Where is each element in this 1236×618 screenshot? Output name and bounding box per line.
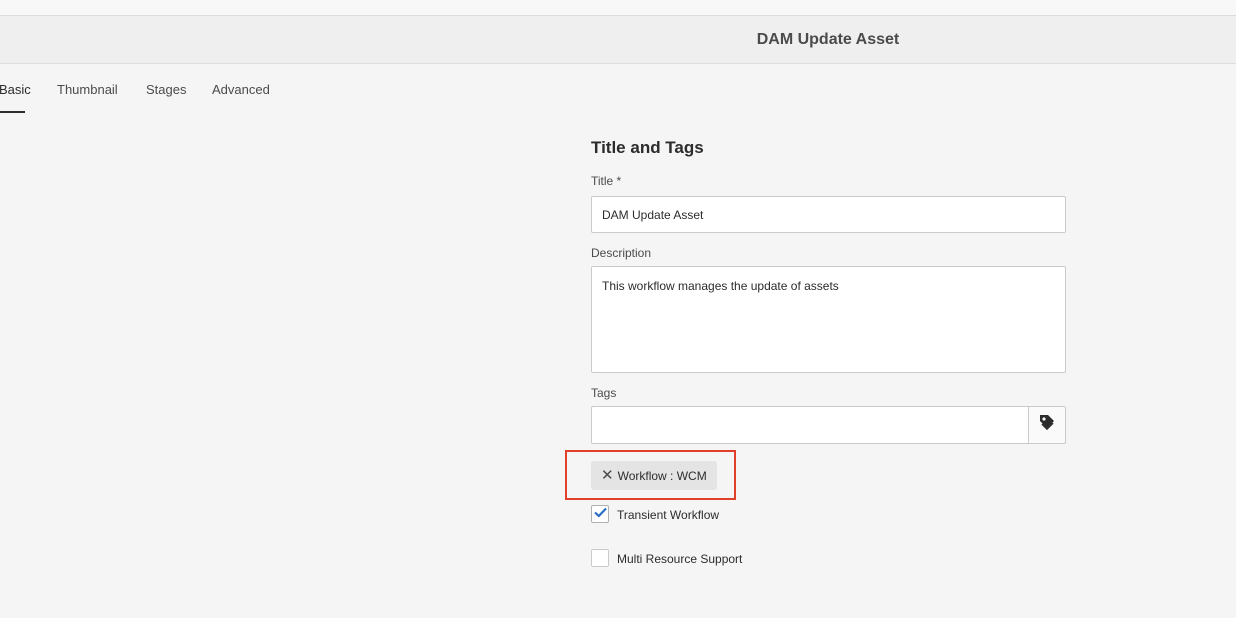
description-textarea[interactable]: This workflow manages the update of asse… bbox=[591, 266, 1066, 373]
close-icon[interactable]: ✕ bbox=[601, 468, 614, 483]
title-label: Title * bbox=[591, 174, 622, 188]
tags-label: Tags bbox=[591, 386, 617, 400]
page-title: DAM Update Asset bbox=[756, 31, 900, 48]
tab-basic[interactable]: Basic bbox=[0, 82, 31, 97]
top-strip bbox=[0, 0, 1236, 16]
title-bar: DAM Update Asset bbox=[0, 16, 1236, 64]
tag-chip-label: Workflow : WCM bbox=[617, 468, 707, 483]
transient-workflow-label: Transient Workflow bbox=[617, 508, 720, 522]
active-tab-indicator bbox=[0, 111, 25, 113]
tags-input[interactable] bbox=[591, 406, 1029, 444]
checkmark-icon bbox=[593, 505, 607, 523]
tag-picker-button[interactable] bbox=[1028, 406, 1066, 444]
multi-resource-checkbox[interactable] bbox=[591, 549, 609, 567]
multi-resource-label: Multi Resource Support bbox=[617, 552, 743, 566]
tab-thumbnail[interactable]: Thumbnail bbox=[57, 82, 118, 97]
transient-workflow-checkbox[interactable] bbox=[591, 505, 609, 523]
tab-advanced[interactable]: Advanced bbox=[212, 82, 270, 97]
section-heading: Title and Tags bbox=[591, 138, 704, 157]
tag-chip: ✕ Workflow : WCM bbox=[591, 461, 717, 490]
description-label: Description bbox=[591, 246, 652, 260]
tag-icon bbox=[1039, 414, 1055, 437]
title-input[interactable] bbox=[591, 196, 1066, 233]
tab-stages[interactable]: Stages bbox=[146, 82, 186, 97]
